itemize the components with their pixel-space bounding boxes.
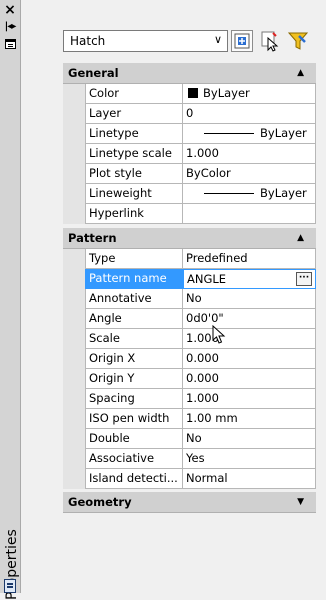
color-swatch-icon — [188, 88, 198, 98]
property-value[interactable]: ANGLE ··· — [183, 269, 316, 289]
property-row-type[interactable]: Type Predefined — [63, 249, 316, 269]
property-value[interactable]: 1.00 mm — [183, 409, 316, 429]
property-row-linetype[interactable]: Linetype ByLayer — [63, 124, 316, 144]
collapse-icon[interactable]: ▲ — [297, 228, 304, 249]
property-name: Hyperlink — [85, 204, 183, 224]
select-objects-icon — [261, 31, 279, 52]
property-row-angle[interactable]: Angle 0d0'0" — [63, 309, 316, 329]
property-value[interactable]: 0 — [183, 104, 316, 124]
property-row-iso-pen-width[interactable]: ISO pen width 1.00 mm — [63, 409, 316, 429]
chevron-down-icon: ∨ — [213, 33, 222, 46]
toggle-pickadd-icon — [234, 33, 250, 49]
property-row-linetype-scale[interactable]: Linetype scale 1.000 — [63, 144, 316, 164]
property-name: Associative — [85, 449, 183, 469]
property-row-scale[interactable]: Scale 1.000 — [63, 329, 316, 349]
property-name: Layer — [85, 104, 183, 124]
property-row-origin-y[interactable]: Origin Y 0.000 — [63, 369, 316, 389]
property-value[interactable]: ByLayer — [183, 124, 316, 144]
ellipsis-icon[interactable]: ··· — [296, 272, 312, 286]
property-row-associative[interactable]: Associative Yes — [63, 449, 316, 469]
property-row-hyperlink[interactable]: Hyperlink — [63, 204, 316, 224]
section-pattern[interactable]: Pattern ▲ — [63, 228, 316, 249]
property-value[interactable]: No — [183, 429, 316, 449]
property-row-origin-x[interactable]: Origin X 0.000 — [63, 349, 316, 369]
property-name: Island detecti... — [85, 469, 183, 489]
property-name: Origin Y — [85, 369, 183, 389]
expand-icon[interactable]: ▼ — [297, 492, 304, 513]
object-type-dropdown[interactable]: Hatch ∨ — [63, 30, 228, 52]
property-name: Plot style — [85, 164, 183, 184]
property-name: Lineweight — [85, 184, 183, 204]
section-general[interactable]: General ▲ — [63, 63, 316, 84]
property-value[interactable]: 0.000 — [183, 369, 316, 389]
property-name: Pattern name — [85, 269, 183, 289]
property-name: Angle — [85, 309, 183, 329]
line-sample — [204, 193, 254, 194]
properties-icon — [4, 579, 16, 593]
property-name: Type — [85, 249, 183, 269]
property-value[interactable]: ByColor — [183, 164, 316, 184]
property-name: Spacing — [85, 389, 183, 409]
property-value[interactable]: ByLayer — [183, 84, 316, 104]
quick-select-icon — [287, 32, 309, 50]
property-name: Linetype scale — [85, 144, 183, 164]
section-geometry-title: Geometry — [68, 495, 132, 509]
property-value[interactable]: 1.000 — [183, 389, 316, 409]
property-row-plot-style[interactable]: Plot style ByColor — [63, 164, 316, 184]
property-row-pattern-name[interactable]: Pattern name ANGLE ··· — [63, 269, 316, 289]
property-name: Annotative — [85, 289, 183, 309]
property-row-spacing[interactable]: Spacing 1.000 — [63, 389, 316, 409]
palette-side-bar: × |◂▸ Properties — [0, 0, 21, 600]
property-value[interactable]: Predefined — [183, 249, 316, 269]
property-row-island-detection[interactable]: Island detecti... Normal — [63, 469, 316, 489]
property-value[interactable]: Yes — [183, 449, 316, 469]
property-value[interactable]: 0d0'0" — [183, 309, 316, 329]
property-row-color[interactable]: Color ByLayer — [63, 84, 316, 104]
autohide-icon[interactable]: |◂▸ — [3, 20, 17, 34]
section-geometry[interactable]: Geometry ▼ — [63, 492, 316, 513]
section-general-title: General — [68, 66, 119, 80]
property-row-annotative[interactable]: Annotative No — [63, 289, 316, 309]
property-name: ISO pen width — [85, 409, 183, 429]
property-value[interactable] — [183, 204, 316, 224]
section-pattern-title: Pattern — [68, 231, 117, 245]
property-grid: General ▲ Color ByLayer Layer 0 Linetype… — [63, 63, 316, 513]
properties-menu-icon[interactable] — [3, 38, 17, 52]
mouse-cursor-icon — [212, 325, 226, 344]
toggle-pickadd-button[interactable] — [231, 30, 253, 52]
close-icon[interactable]: × — [3, 3, 17, 17]
property-value[interactable]: Normal — [183, 469, 316, 489]
quick-select-button[interactable] — [287, 30, 309, 52]
property-name: Color — [85, 84, 183, 104]
property-name: Linetype — [85, 124, 183, 144]
object-type-value: Hatch — [70, 34, 106, 48]
property-name: Origin X — [85, 349, 183, 369]
property-row-layer[interactable]: Layer 0 — [63, 104, 316, 124]
property-name: Double — [85, 429, 183, 449]
property-value[interactable]: 1.000 — [183, 329, 316, 349]
select-objects-button[interactable] — [259, 30, 281, 52]
line-sample — [204, 133, 254, 134]
collapse-icon[interactable]: ▲ — [297, 63, 304, 84]
property-row-lineweight[interactable]: Lineweight ByLayer — [63, 184, 316, 204]
property-name: Scale — [85, 329, 183, 349]
property-value[interactable]: ByLayer — [183, 184, 316, 204]
property-value[interactable]: 1.000 — [183, 144, 316, 164]
property-value[interactable]: 0.000 — [183, 349, 316, 369]
property-value[interactable]: No — [183, 289, 316, 309]
property-row-double[interactable]: Double No — [63, 429, 316, 449]
